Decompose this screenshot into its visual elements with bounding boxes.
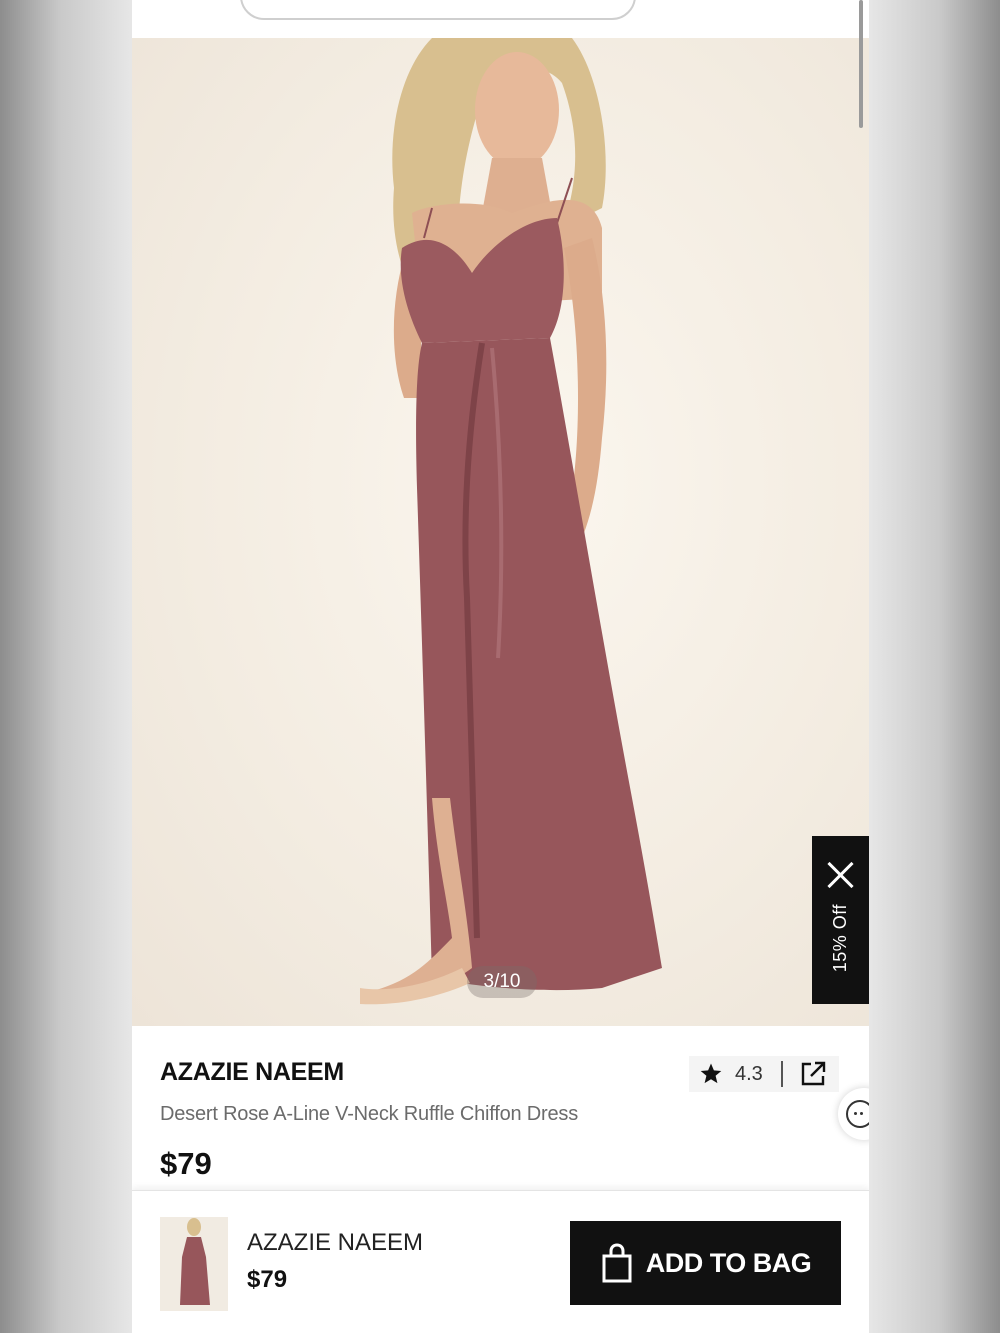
search-bar[interactable] <box>240 0 636 20</box>
app-screen: 3/10 15% Off AZAZIE NAEEM 4.3 Desert Ros… <box>132 0 869 1333</box>
product-price: $79 <box>160 1146 212 1181</box>
promo-label[interactable]: 15% Off <box>830 904 851 972</box>
top-bar <box>132 0 869 39</box>
rating-value[interactable]: 4.3 <box>735 1063 763 1086</box>
promo-tab[interactable]: 15% Off <box>812 836 869 1004</box>
rating-share-bar: 4.3 <box>689 1056 839 1092</box>
product-image-gallery[interactable]: 3/10 <box>132 38 869 1026</box>
bottom-price: $79 <box>247 1266 288 1293</box>
share-icon[interactable] <box>799 1060 827 1088</box>
scrollbar[interactable] <box>859 0 863 128</box>
add-to-bag-label: ADD TO BAG <box>645 1247 812 1278</box>
divider <box>780 1061 783 1087</box>
bottom-bar: AZAZIE NAEEM $79 ADD TO BAG <box>132 1190 869 1333</box>
bottom-brand: AZAZIE NAEEM <box>247 1229 424 1256</box>
product-thumbnail <box>160 1217 228 1311</box>
close-icon[interactable] <box>826 860 856 890</box>
product-info: AZAZIE NAEEM 4.3 Desert Rose A-Line V-Ne… <box>132 1026 869 1186</box>
bag-icon <box>602 1243 632 1283</box>
product-name: Desert Rose A-Line V-Neck Ruffle Chiffon… <box>160 1103 579 1125</box>
add-to-bag-button[interactable]: ADD TO BAG <box>570 1221 841 1305</box>
product-brand: AZAZIE NAEEM <box>160 1058 344 1086</box>
model-photo <box>360 38 662 1005</box>
image-counter: 3/10 <box>467 966 537 998</box>
star-icon <box>700 1063 722 1084</box>
